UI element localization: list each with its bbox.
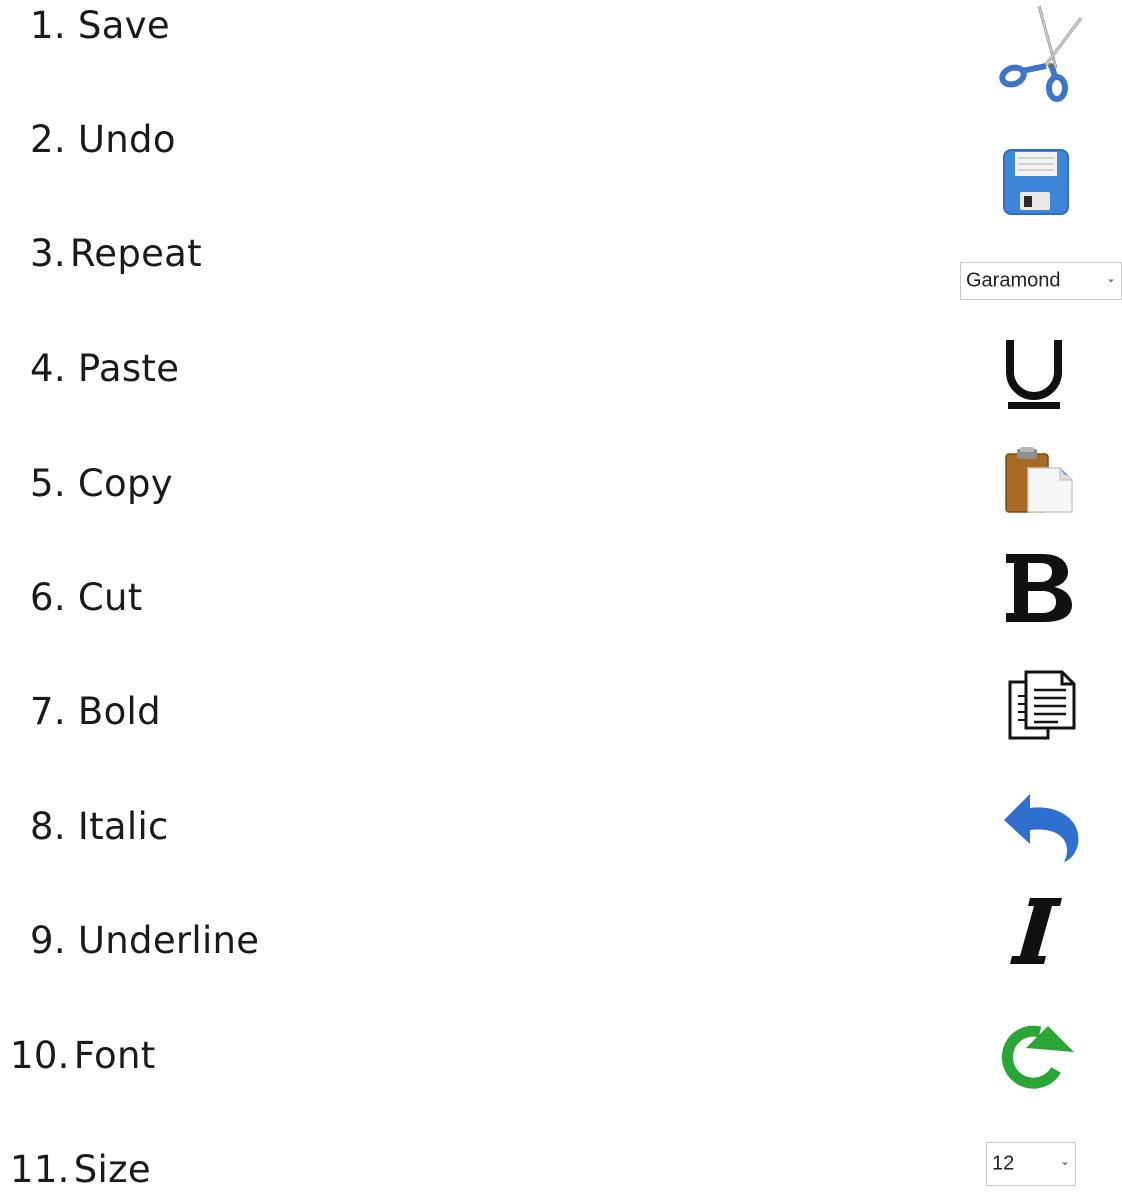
term-label: Size — [73, 1148, 151, 1191]
term-label: Repeat — [69, 232, 202, 275]
term-number: 5. — [30, 462, 66, 505]
term-number: 4. — [30, 347, 66, 390]
term-item: 4. Paste — [30, 347, 179, 391]
term-item: 8. Italic — [30, 805, 169, 849]
font-dropdown-value: Garamond — [966, 269, 1061, 292]
term-number: 2. — [30, 118, 66, 161]
term-item: 11. Size — [10, 1148, 151, 1192]
term-label: Italic — [77, 805, 169, 848]
term-number: 7. — [30, 690, 66, 733]
icons-column: Garamond 12 — [940, 0, 1122, 1188]
undo-arrow-icon — [1004, 794, 1079, 862]
chevron-down-icon — [1062, 1162, 1068, 1166]
floppy-disk-icon — [1003, 149, 1069, 215]
font-dropdown[interactable]: Garamond — [960, 262, 1122, 300]
term-label: Cut — [77, 576, 143, 619]
term-label: Font — [73, 1034, 156, 1077]
term-number: 6. — [30, 576, 66, 619]
term-number: 9. — [30, 919, 66, 962]
italic-icon — [1010, 898, 1062, 964]
term-number: 11. — [10, 1148, 70, 1191]
redo-arrow-icon — [1001, 1025, 1074, 1089]
term-item: 1. Save — [30, 4, 170, 48]
term-item: 9. Underline — [30, 919, 259, 963]
term-number: 3. — [30, 232, 66, 275]
scissors-icon — [999, 5, 1083, 102]
term-label: Bold — [77, 690, 161, 733]
bold-icon — [1004, 550, 1074, 624]
term-label: Save — [77, 4, 170, 47]
term-item: 10. Font — [10, 1034, 156, 1078]
term-label: Copy — [77, 462, 173, 505]
term-item: 2. Undo — [30, 118, 176, 162]
term-number: 8. — [30, 805, 66, 848]
underline-icon — [1002, 336, 1066, 412]
term-label: Undo — [77, 118, 176, 161]
matching-worksheet: 1. Save 2. Undo 3. Repeat 4. Paste 5. Copy 6.… — [0, 0, 1122, 1191]
term-item: 5. Copy — [30, 462, 173, 506]
term-label: Underline — [77, 919, 260, 962]
clipboard-icon — [1005, 447, 1073, 513]
term-item: 6. Cut — [30, 576, 143, 620]
document-copy-icon — [1008, 670, 1076, 740]
term-item: 3. Repeat — [30, 232, 202, 276]
size-dropdown-value: 12 — [992, 1152, 1015, 1175]
term-item: 7. Bold — [30, 690, 161, 734]
size-dropdown[interactable]: 12 — [986, 1142, 1076, 1186]
term-number: 10. — [10, 1034, 70, 1077]
chevron-down-icon — [1108, 279, 1114, 283]
term-number: 1. — [30, 4, 66, 47]
term-label: Paste — [77, 347, 180, 390]
terms-list: 1. Save 2. Undo 3. Repeat 4. Paste 5. Copy 6.… — [0, 0, 600, 1191]
